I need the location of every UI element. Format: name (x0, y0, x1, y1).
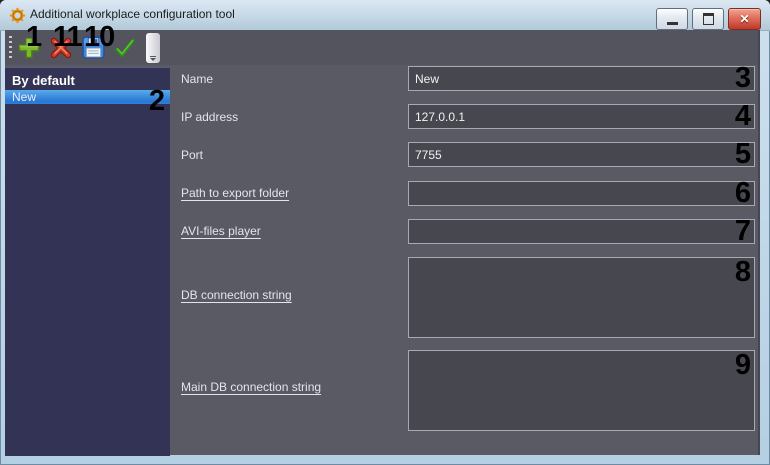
minimize-button[interactable] (656, 8, 688, 30)
close-button[interactable]: ✕ (728, 8, 761, 30)
toolbar (5, 30, 758, 65)
main-db-connection-field-row: 9 (408, 350, 755, 436)
maximize-button[interactable] (692, 8, 724, 30)
name-field-row: 3 (408, 63, 755, 92)
client-area: By default New 2 Name 3 IP address 4 Por… (5, 30, 760, 456)
avi-player-field-row: 7 (408, 216, 755, 245)
ip-address-label: IP address (181, 110, 239, 124)
export-folder-field-row: 6 (408, 178, 755, 207)
avi-player-label[interactable]: AVI-files player (181, 224, 261, 238)
main-db-connection-label[interactable]: Main DB connection string (181, 380, 321, 394)
toolbar-overflow-button[interactable] (146, 32, 160, 63)
export-folder-input[interactable] (408, 181, 755, 206)
ip-field-row: 4 (408, 101, 755, 130)
chevron-down-icon (150, 57, 156, 61)
overflow-bar-icon (150, 55, 156, 57)
settings-form: Name 3 IP address 4 Port 5 Path to expor… (170, 63, 758, 455)
window-title: Additional workplace configuration tool (30, 7, 235, 21)
list-item-new[interactable]: New 2 (5, 87, 170, 116)
name-label: Name (181, 72, 214, 86)
list-header-by-default: By default (12, 73, 75, 88)
port-input[interactable] (408, 142, 755, 167)
title-bar[interactable]: Additional workplace configuration tool … (0, 0, 770, 31)
plus-icon (18, 37, 40, 58)
toolbar-grip[interactable] (9, 35, 12, 60)
port-label: Port (181, 148, 204, 162)
workplace-list: By default New 2 (5, 67, 170, 456)
ip-address-input[interactable] (408, 104, 755, 129)
app-window: Additional workplace configuration tool … (0, 0, 770, 465)
save-button[interactable] (78, 33, 108, 63)
apply-button[interactable] (110, 33, 140, 63)
avi-player-input[interactable] (408, 219, 755, 244)
port-field-row: 5 (408, 139, 755, 168)
name-input[interactable] (408, 66, 755, 91)
minimize-icon (666, 22, 678, 25)
delete-button[interactable] (46, 33, 76, 63)
gear-app-icon (9, 7, 26, 24)
close-icon: ✕ (739, 12, 750, 26)
db-connection-label[interactable]: DB connection string (181, 288, 292, 302)
maximize-icon (702, 13, 714, 25)
db-connection-field-row: 8 (408, 257, 755, 343)
list-item-label: New (12, 90, 37, 104)
main-db-connection-textarea[interactable] (408, 350, 755, 431)
add-button[interactable] (14, 33, 44, 63)
save-floppy-icon (81, 36, 105, 59)
delete-x-icon (50, 37, 72, 58)
db-connection-textarea[interactable] (408, 257, 755, 338)
annotation-2: 2 (148, 85, 165, 117)
export-folder-label[interactable]: Path to export folder (181, 186, 289, 200)
check-icon (115, 38, 135, 57)
